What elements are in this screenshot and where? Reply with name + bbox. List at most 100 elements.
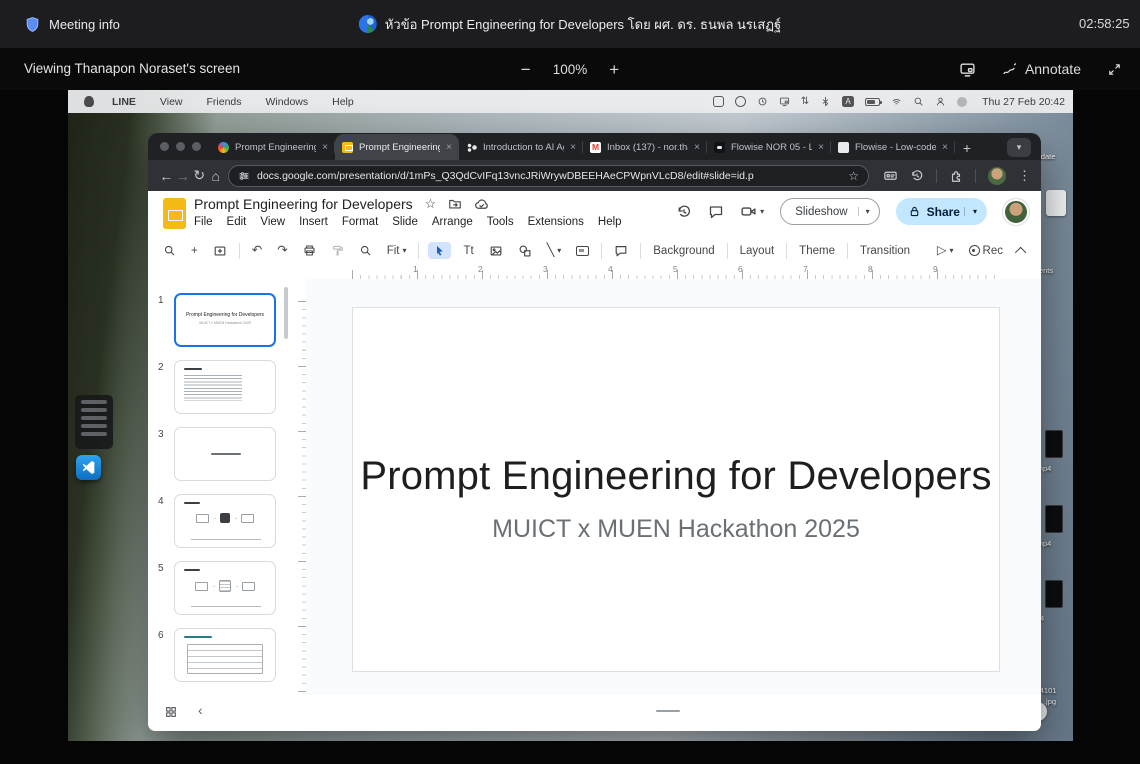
menu-help[interactable]: Help xyxy=(598,216,622,228)
slideshow-dropdown-icon[interactable]: ▾ xyxy=(858,207,879,216)
redo-button[interactable]: ↷ xyxy=(274,242,290,259)
menu-slide[interactable]: Slide xyxy=(392,216,418,228)
kebab-menu-icon[interactable]: ⋮ xyxy=(1018,168,1031,184)
annotate-button[interactable]: Annotate xyxy=(1002,61,1081,77)
menu-edit[interactable]: Edit xyxy=(227,216,247,228)
display-icon[interactable] xyxy=(779,96,790,107)
desktop-video-file-icon[interactable] xyxy=(1045,430,1063,458)
slide-thumbnail-selected[interactable]: Prompt Engineering for Developers MUICT … xyxy=(174,293,276,347)
meet-button[interactable]: ▾ xyxy=(740,203,764,220)
background-button[interactable]: Background xyxy=(650,243,717,259)
zoom-button[interactable] xyxy=(356,242,375,259)
bookmark-star-icon[interactable]: ☆ xyxy=(848,169,859,183)
window-traffic-lights[interactable] xyxy=(160,133,201,160)
menubar-app-icon-1[interactable] xyxy=(713,96,724,107)
vscode-dock-icon[interactable] xyxy=(76,455,101,480)
layout-button[interactable]: Layout xyxy=(737,243,778,259)
share-button[interactable]: Share ▾ xyxy=(896,198,987,225)
browser-tab[interactable]: Introduction to AI Ag × xyxy=(459,134,583,160)
textbox-button[interactable]: Tt xyxy=(460,243,476,259)
home-button[interactable]: ⌂ xyxy=(208,168,225,184)
bluetooth-icon[interactable] xyxy=(820,96,831,107)
zoom-out-button[interactable]: − xyxy=(521,61,531,78)
control-center-icon[interactable] xyxy=(957,97,967,107)
maximize-window-icon[interactable] xyxy=(192,142,201,151)
slide-thumbnail[interactable] xyxy=(174,427,276,481)
menu-arrange[interactable]: Arrange xyxy=(432,216,473,228)
document-title[interactable]: Prompt Engineering for Developers xyxy=(194,196,413,212)
browser-tab[interactable]: Flowise - Low-code × xyxy=(831,134,955,160)
browser-tab[interactable]: Prompt Engineering × xyxy=(211,134,335,160)
slide-thumbnail[interactable] xyxy=(174,628,276,682)
menu-windows[interactable]: Windows xyxy=(266,96,309,108)
meeting-info-button[interactable]: Meeting info xyxy=(24,0,120,48)
battery-icon[interactable] xyxy=(865,98,880,106)
new-slide-button[interactable]: + xyxy=(188,243,201,259)
site-settings-icon[interactable] xyxy=(238,170,250,182)
select-tool-button[interactable] xyxy=(428,242,451,259)
password-manager-icon[interactable] xyxy=(883,168,898,183)
minimize-window-icon[interactable] xyxy=(176,142,185,151)
transition-button[interactable]: Transition xyxy=(857,243,913,259)
close-tab-icon[interactable]: × xyxy=(322,142,328,153)
browser-tab[interactable]: Flowise NOR 05 - La × xyxy=(707,134,831,160)
history-icon[interactable] xyxy=(910,169,924,183)
menubar-clock[interactable]: Thu 27 Feb 20:42 xyxy=(982,96,1065,108)
print-button[interactable] xyxy=(300,242,319,259)
insert-shape-button[interactable] xyxy=(515,242,535,260)
comments-icon[interactable] xyxy=(708,204,724,220)
vertical-ruler[interactable] xyxy=(295,279,306,695)
slide-thumbnail[interactable] xyxy=(174,360,276,414)
account-avatar[interactable] xyxy=(1003,199,1029,225)
input-source-icon[interactable]: A xyxy=(842,96,854,107)
collapse-filmstrip-button[interactable]: ‹ xyxy=(198,702,203,718)
menu-insert[interactable]: Insert xyxy=(299,216,328,228)
updown-arrows-icon[interactable]: ⇅ xyxy=(801,97,809,107)
insert-line-button[interactable]: ╲▾ xyxy=(544,242,565,259)
horizontal-ruler[interactable]: 1 2 3 4 5 6 7 8 9 xyxy=(352,264,1000,279)
menu-friends[interactable]: Friends xyxy=(207,96,242,108)
add-comment-button[interactable] xyxy=(611,242,631,260)
collapse-toolbar-button[interactable] xyxy=(1015,245,1029,257)
menu-view[interactable]: View xyxy=(160,96,183,108)
desktop-video-file-icon[interactable] xyxy=(1045,505,1063,533)
close-tab-icon[interactable]: × xyxy=(570,142,576,153)
speaker-notes-handle[interactable] xyxy=(656,710,680,712)
slide-thumbnail[interactable]: →→ xyxy=(174,561,276,615)
cloud-status-icon[interactable] xyxy=(474,197,489,212)
close-tab-icon[interactable]: × xyxy=(446,142,452,153)
new-tab-button[interactable]: + xyxy=(955,136,979,160)
menu-extensions[interactable]: Extensions xyxy=(528,216,584,228)
url-text[interactable]: docs.google.com/presentation/d/1mPs_Q3Qd… xyxy=(257,170,841,182)
slide-thumbnail[interactable]: →→ xyxy=(174,494,276,548)
theme-button[interactable]: Theme xyxy=(796,243,838,259)
reload-button[interactable]: ↻ xyxy=(191,167,208,184)
new-slide-layout-button[interactable] xyxy=(210,242,230,260)
desktop-video-file-icon[interactable] xyxy=(1045,580,1063,608)
slide-subtitle[interactable]: MUICT x MUEN Hackathon 2025 xyxy=(353,515,999,544)
menu-line[interactable]: LINE xyxy=(112,96,136,108)
close-tab-icon[interactable]: × xyxy=(818,142,824,153)
laser-pointer-button[interactable]: ▷▾ xyxy=(934,242,957,259)
address-bar[interactable]: docs.google.com/presentation/d/1mPs_Q3Qd… xyxy=(228,165,869,187)
slideshow-button[interactable]: Slideshow ▾ xyxy=(780,198,879,225)
wifi-icon[interactable] xyxy=(891,96,902,107)
menu-format[interactable]: Format xyxy=(342,216,378,228)
grid-view-button[interactable] xyxy=(164,704,178,719)
forward-button[interactable]: → xyxy=(175,168,192,184)
fullscreen-button[interactable] xyxy=(1107,62,1122,77)
search-menus-button[interactable] xyxy=(160,242,179,259)
paint-format-button[interactable] xyxy=(328,242,347,259)
current-slide[interactable]: Prompt Engineering for Developers MUICT … xyxy=(352,307,1000,672)
extensions-icon[interactable] xyxy=(949,169,963,183)
star-icon[interactable]: ☆ xyxy=(425,196,437,212)
record-button[interactable]: Rec xyxy=(966,243,1006,259)
user-account-icon[interactable] xyxy=(935,96,946,107)
insert-image-button[interactable] xyxy=(486,242,506,260)
version-history-icon[interactable] xyxy=(676,204,692,220)
tab-search-button[interactable]: ▾ xyxy=(1007,138,1031,157)
share-dropdown-icon[interactable]: ▾ xyxy=(964,207,987,216)
browser-tab[interactable]: M Inbox (137) - nor.tha × xyxy=(583,134,707,160)
close-tab-icon[interactable]: × xyxy=(694,142,700,153)
spotlight-search-icon[interactable] xyxy=(913,96,924,107)
